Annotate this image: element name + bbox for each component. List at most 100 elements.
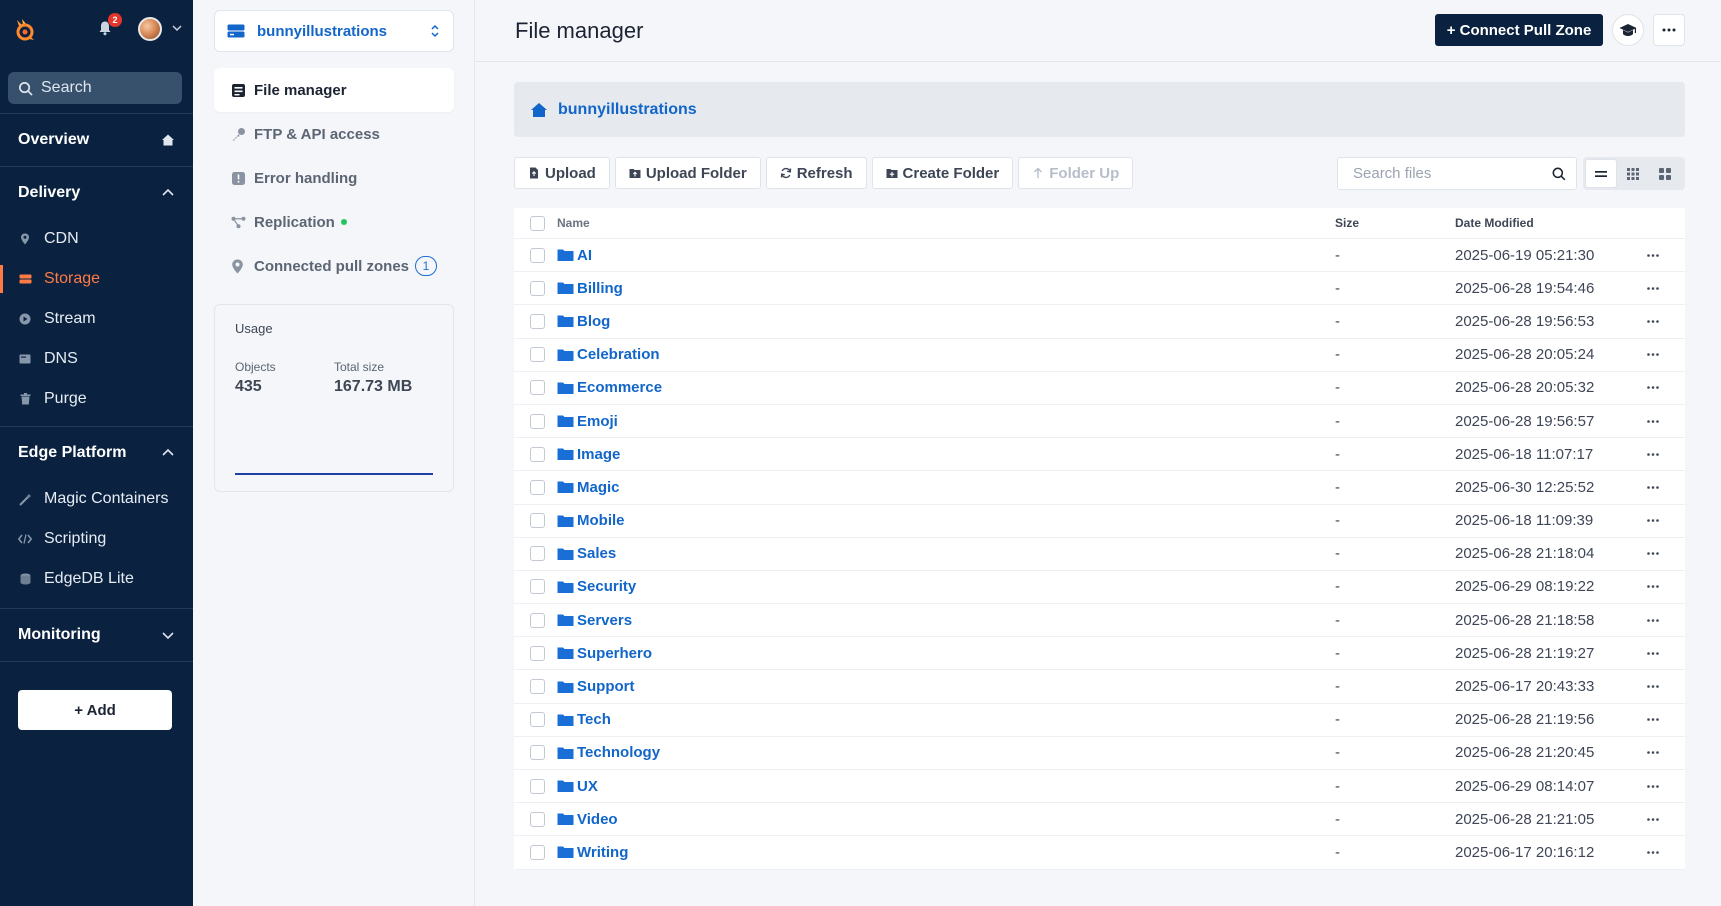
table-row[interactable]: Blog - 2025-06-28 19:56:53 xyxy=(514,305,1685,339)
chevron-down-icon[interactable] xyxy=(172,24,182,32)
folder-name[interactable]: Emoji xyxy=(577,413,618,430)
row-actions-button[interactable] xyxy=(1628,452,1678,456)
row-checkbox[interactable] xyxy=(529,679,545,695)
folder-name[interactable]: AI xyxy=(577,247,592,264)
row-checkbox[interactable] xyxy=(529,513,545,529)
table-row[interactable]: Ecommerce - 2025-06-28 20:05:32 xyxy=(514,372,1685,405)
table-row[interactable]: Support - 2025-06-17 20:43:33 xyxy=(514,670,1685,704)
sidebar-item-cdn[interactable]: CDN xyxy=(0,219,193,259)
sidebar-item-edgedb-lite[interactable]: EdgeDB Lite xyxy=(0,559,193,599)
sidebar-item-scripting[interactable]: Scripting xyxy=(0,519,193,559)
table-row[interactable]: Billing - 2025-06-28 19:54:46 xyxy=(514,272,1685,306)
avatar[interactable] xyxy=(138,17,162,41)
folder-name[interactable]: Technology xyxy=(577,744,660,761)
sidebar-item-dns[interactable]: DNS xyxy=(0,339,193,379)
large-grid-view-button[interactable] xyxy=(1649,159,1681,188)
folder-name[interactable]: Writing xyxy=(577,844,628,861)
sidebar-item-stream[interactable]: Stream xyxy=(0,299,193,339)
folder-name[interactable]: Blog xyxy=(577,313,610,330)
row-checkbox[interactable] xyxy=(529,446,545,462)
row-actions-button[interactable] xyxy=(1628,486,1678,489)
row-checkbox[interactable] xyxy=(529,844,545,860)
list-view-button[interactable] xyxy=(1585,159,1617,188)
sidebar-overview[interactable]: Overview xyxy=(0,113,193,166)
file-search-input[interactable] xyxy=(1353,165,1552,182)
table-row[interactable]: Mobile - 2025-06-18 11:09:39 xyxy=(514,505,1685,538)
search-icon[interactable] xyxy=(1552,165,1566,183)
nav-error-handling[interactable]: Error handling xyxy=(214,156,454,200)
folder-name[interactable]: Tech xyxy=(577,711,611,728)
folder-name[interactable]: Billing xyxy=(577,280,623,297)
home-icon[interactable] xyxy=(530,101,548,119)
bunny-logo-icon[interactable] xyxy=(12,16,38,42)
row-actions-button[interactable] xyxy=(1628,519,1678,522)
table-row[interactable]: Writing - 2025-06-17 20:16:12 xyxy=(514,836,1685,870)
row-checkbox[interactable] xyxy=(529,778,545,794)
sidebar-item-overview[interactable]: Overview xyxy=(0,114,193,166)
row-checkbox[interactable] xyxy=(529,712,545,728)
folder-name[interactable]: Mobile xyxy=(577,512,625,529)
row-actions-button[interactable] xyxy=(1628,253,1678,257)
sidebar-item-magic-containers[interactable]: Magic Containers xyxy=(0,479,193,519)
row-checkbox[interactable] xyxy=(529,313,545,329)
table-row[interactable]: UX - 2025-06-29 08:14:07 xyxy=(514,770,1685,804)
upload-folder-button[interactable]: Upload Folder xyxy=(614,157,761,189)
sidebar-item-storage[interactable]: Storage xyxy=(0,259,193,299)
row-checkbox[interactable] xyxy=(529,380,545,396)
row-actions-button[interactable] xyxy=(1628,652,1678,655)
edge-platform-header[interactable]: Edge Platform xyxy=(0,427,193,479)
row-actions-button[interactable] xyxy=(1628,419,1678,423)
row-actions-button[interactable] xyxy=(1628,751,1678,755)
column-name[interactable]: Name xyxy=(557,216,1335,230)
delivery-header[interactable]: Delivery xyxy=(0,167,193,219)
folder-name[interactable]: Image xyxy=(577,446,620,463)
table-row[interactable]: Security - 2025-06-29 08:19:22 xyxy=(514,571,1685,605)
create-folder-button[interactable]: Create Folder xyxy=(871,157,1014,189)
folder-name[interactable]: Security xyxy=(577,578,636,595)
folder-name[interactable]: Video xyxy=(577,811,618,828)
folder-up-button[interactable]: Folder Up xyxy=(1018,157,1134,189)
row-checkbox[interactable] xyxy=(529,546,545,562)
row-actions-button[interactable] xyxy=(1628,851,1678,854)
column-size[interactable]: Size xyxy=(1335,216,1455,230)
table-row[interactable]: Sales - 2025-06-28 21:18:04 xyxy=(514,538,1685,571)
folder-name[interactable]: Support xyxy=(577,678,635,695)
table-row[interactable]: Celebration - 2025-06-28 20:05:24 xyxy=(514,339,1685,372)
nav-ftp-api-access[interactable]: FTP & API access xyxy=(214,112,454,156)
sidebar-search[interactable]: Search xyxy=(8,72,182,104)
row-actions-button[interactable] xyxy=(1628,320,1678,323)
more-options-button[interactable] xyxy=(1653,14,1685,46)
table-row[interactable]: AI - 2025-06-19 05:21:30 xyxy=(514,239,1685,273)
folder-name[interactable]: Servers xyxy=(577,612,632,629)
table-row[interactable]: Tech - 2025-06-28 21:19:56 xyxy=(514,704,1685,737)
table-row[interactable]: Emoji - 2025-06-28 19:56:57 xyxy=(514,405,1685,439)
add-button[interactable]: + Add xyxy=(18,690,172,730)
sidebar-item-purge[interactable]: Purge xyxy=(0,379,193,419)
select-all-checkbox[interactable] xyxy=(529,215,545,231)
connect-pull-zone-button[interactable]: + Connect Pull Zone xyxy=(1435,14,1603,46)
nav-replication[interactable]: Replication xyxy=(214,200,454,244)
row-actions-button[interactable] xyxy=(1628,817,1678,821)
academy-button[interactable] xyxy=(1612,14,1644,46)
refresh-button[interactable]: Refresh xyxy=(765,157,867,189)
table-row[interactable]: Superhero - 2025-06-28 21:19:27 xyxy=(514,637,1685,671)
nav-connected-pull-zones[interactable]: Connected pull zones 1 xyxy=(214,244,454,288)
row-actions-button[interactable] xyxy=(1628,552,1678,556)
row-actions-button[interactable] xyxy=(1628,585,1678,589)
storage-zone-select[interactable]: bunnyillustrations xyxy=(214,10,454,52)
row-actions-button[interactable] xyxy=(1628,353,1678,356)
folder-name[interactable]: Ecommerce xyxy=(577,379,662,396)
row-actions-button[interactable] xyxy=(1628,685,1678,688)
folder-name[interactable]: Magic xyxy=(577,479,620,496)
small-grid-view-button[interactable] xyxy=(1617,159,1649,188)
breadcrumb-root[interactable]: bunnyillustrations xyxy=(558,101,697,119)
row-checkbox[interactable] xyxy=(529,347,545,363)
row-checkbox[interactable] xyxy=(529,579,545,595)
row-actions-button[interactable] xyxy=(1628,386,1678,390)
column-date-modified[interactable]: Date Modified xyxy=(1455,216,1628,230)
table-row[interactable]: Servers - 2025-06-28 21:18:58 xyxy=(514,604,1685,638)
row-checkbox[interactable] xyxy=(529,247,545,263)
table-row[interactable]: Magic - 2025-06-30 12:25:52 xyxy=(514,471,1685,505)
table-row[interactable]: Technology - 2025-06-28 21:20:45 xyxy=(514,737,1685,770)
folder-name[interactable]: Superhero xyxy=(577,645,652,662)
